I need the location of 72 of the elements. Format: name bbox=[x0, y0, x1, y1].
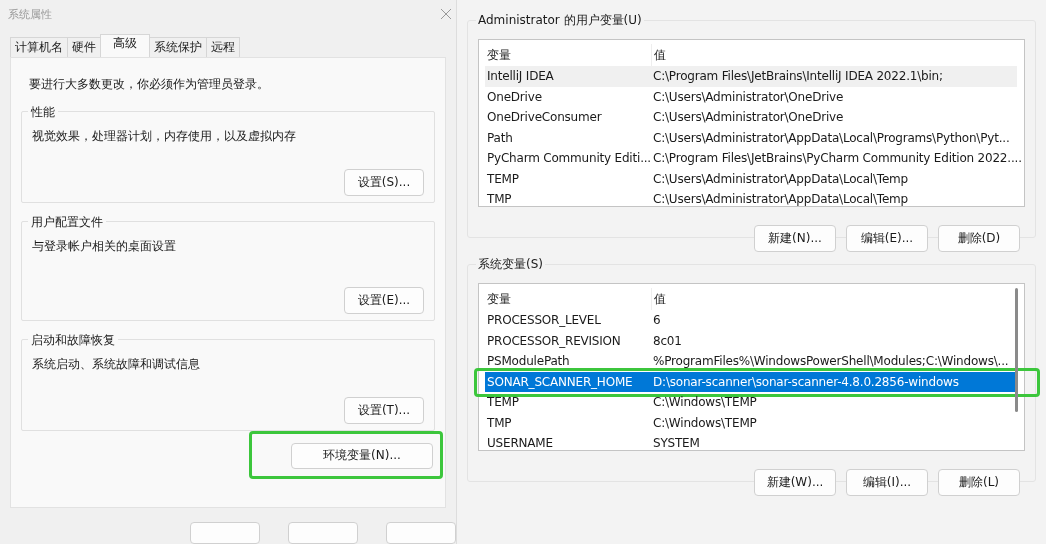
list-button[interactable]: 编辑(I)... bbox=[846, 469, 928, 496]
group-title: Administrator 的用户变量(U) bbox=[476, 12, 644, 29]
variable-name: IntelliJ IDEA bbox=[486, 69, 555, 84]
variable-value: C:\Windows\TEMP bbox=[652, 415, 757, 430]
group-description: 系统启动、系统故障和调试信息 bbox=[32, 355, 201, 373]
variable-value: C:\Program Files\JetBrains\PyCharm Community Edition 2022.... bbox=[652, 151, 1022, 166]
settings-button[interactable]: 设置(E)... bbox=[344, 286, 424, 314]
variable-row[interactable]: TEMP C:\Users\Administrator\AppData\Local\Temp bbox=[485, 168, 1017, 189]
list-button[interactable]: 新建(N)... bbox=[754, 225, 836, 252]
dialog-button[interactable] bbox=[288, 522, 358, 544]
environment-variables-button[interactable]: 环境变量(N)... bbox=[291, 442, 433, 469]
variable-name: OneDriveConsumer bbox=[486, 110, 603, 125]
list-button[interactable]: 删除(L) bbox=[938, 469, 1020, 496]
variable-name: PSModulePath bbox=[486, 354, 571, 369]
variable-value: C:\Users\Administrator\OneDrive bbox=[652, 89, 844, 104]
column-header[interactable]: 变量 bbox=[485, 288, 652, 310]
variable-row[interactable]: SONAR_SCANNER_HOME D:\sonar-scanner\sonar-scanner-4.8.0.2856-windows bbox=[485, 371, 1017, 392]
variable-value: D:\sonar-scanner\sonar-scanner-4.8.0.2856-windows bbox=[652, 374, 959, 389]
window-title: 系统属性 bbox=[8, 6, 52, 22]
variable-name: PROCESSOR_LEVEL bbox=[486, 313, 602, 328]
list-button[interactable]: 编辑(E)... bbox=[846, 225, 928, 252]
variable-row[interactable]: Path C:\Users\Administrator\AppData\Local\Programs\Python\Pyt... bbox=[485, 127, 1017, 148]
variable-name: TMP bbox=[486, 415, 513, 430]
variable-row[interactable]: OneDriveConsumer C:\Users\Administrator\OneDrive bbox=[485, 107, 1017, 128]
variable-row[interactable]: TEMP C:\Windows\TEMP bbox=[485, 392, 1017, 413]
variable-value: SYSTEM bbox=[652, 436, 700, 451]
variable-row[interactable]: USERNAME SYSTEM bbox=[485, 433, 1017, 454]
variable-value: C:\Windows\TEMP bbox=[652, 395, 757, 410]
group-title: 启动和故障恢复 bbox=[28, 331, 118, 349]
group-description: 与登录帐户相关的桌面设置 bbox=[32, 237, 177, 255]
tab[interactable]: 计算机名 bbox=[10, 36, 68, 57]
list-button[interactable]: 删除(D) bbox=[938, 225, 1020, 252]
close-icon[interactable] bbox=[440, 8, 452, 21]
settings-button[interactable]: 设置(T)... bbox=[344, 396, 424, 424]
variable-name: TEMP bbox=[486, 171, 520, 186]
list-button[interactable]: 新建(W)... bbox=[754, 469, 836, 496]
variable-row[interactable]: OneDrive C:\Users\Administrator\OneDrive bbox=[485, 86, 1017, 107]
tab[interactable]: 高级 bbox=[100, 33, 150, 57]
group-title: 系统变量(S) bbox=[476, 256, 545, 273]
dialog-button[interactable] bbox=[386, 522, 456, 544]
variable-row[interactable]: IntelliJ IDEA C:\Program Files\JetBrains\IntelliJ IDEA 2022.1\bin; bbox=[485, 66, 1017, 87]
dialog-button[interactable] bbox=[190, 522, 260, 544]
variable-row[interactable]: PROCESSOR_LEVEL 6 bbox=[485, 310, 1017, 331]
group-title: 用户配置文件 bbox=[28, 213, 106, 231]
variable-name: TEMP bbox=[486, 395, 520, 410]
variable-name: Path bbox=[486, 130, 514, 145]
variable-row[interactable]: PROCESSOR_REVISION 8c01 bbox=[485, 330, 1017, 351]
variable-value: %ProgramFiles%\WindowsPowerShell\Modules;C:\Windows\... bbox=[652, 354, 1009, 369]
variable-value: C:\Users\Administrator\AppData\Local\Temp bbox=[652, 171, 909, 186]
settings-button[interactable]: 设置(S)... bbox=[344, 168, 424, 196]
variable-name: USERNAME bbox=[486, 436, 554, 451]
variable-name: OneDrive bbox=[486, 89, 543, 104]
variable-row[interactable]: PSModulePath %ProgramFiles%\WindowsPowerShell\Modules;C:\Windows\... bbox=[485, 351, 1017, 372]
column-header[interactable]: 值 bbox=[652, 288, 666, 310]
variable-value: 6 bbox=[652, 313, 661, 328]
variable-name: SONAR_SCANNER_HOME bbox=[486, 374, 634, 389]
group-title: 性能 bbox=[28, 103, 58, 121]
variable-value: C:\Program Files\JetBrains\IntelliJ IDEA 2022.1\bin; bbox=[652, 69, 943, 84]
admin-notice: 要进行大多数更改，你必须作为管理员登录。 bbox=[28, 75, 270, 93]
variable-value: 8c01 bbox=[652, 333, 682, 348]
column-header[interactable]: 值 bbox=[652, 44, 666, 66]
variable-value: C:\Users\Administrator\AppData\Local\Programs\Python\Pyt... bbox=[652, 130, 1010, 145]
variable-name: TMP bbox=[486, 192, 513, 207]
group-description: 视觉效果，处理器计划，内存使用，以及虚拟内存 bbox=[32, 127, 297, 145]
scrollbar-thumb[interactable] bbox=[1015, 288, 1018, 412]
tab[interactable]: 远程 bbox=[206, 36, 240, 57]
variable-name: PROCESSOR_REVISION bbox=[486, 333, 622, 348]
variable-name: PyCharm Community Editi... bbox=[486, 151, 651, 166]
variable-value: C:\Users\Administrator\OneDrive bbox=[652, 110, 844, 125]
variable-row[interactable]: TMP C:\Users\Administrator\AppData\Local\Temp bbox=[485, 189, 1017, 210]
variable-value: C:\Users\Administrator\AppData\Local\Temp bbox=[652, 192, 909, 207]
variable-row[interactable]: TMP C:\Windows\TEMP bbox=[485, 412, 1017, 433]
